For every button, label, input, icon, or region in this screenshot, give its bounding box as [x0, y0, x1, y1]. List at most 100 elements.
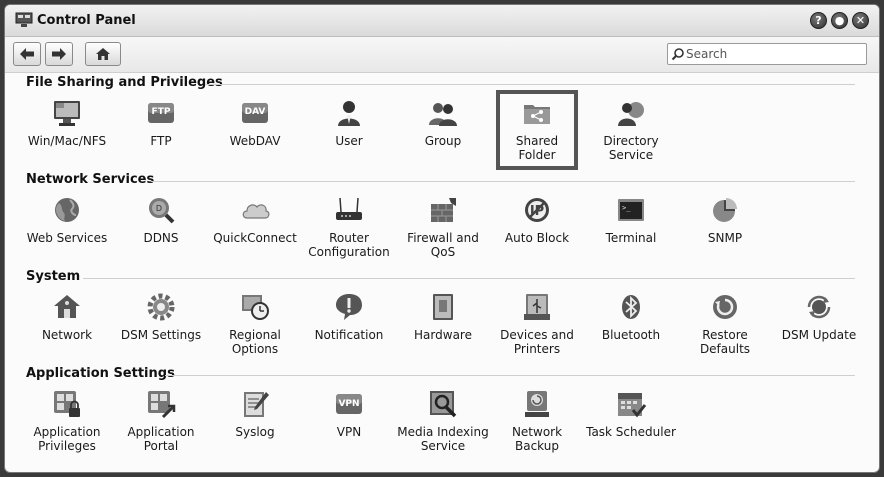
- router-icon: [336, 197, 362, 220]
- control-panel-item-vpn[interactable]: VPN VPN: [302, 388, 396, 439]
- svg-text:VPN: VPN: [338, 399, 359, 409]
- item-label: Hardware: [414, 328, 472, 342]
- control-panel-item-quickconnect[interactable]: QuickConnect: [208, 194, 302, 245]
- terminal-icon: >_: [618, 199, 644, 221]
- calendar-icon: [618, 393, 647, 418]
- control-panel-item-network[interactable]: Network: [20, 291, 114, 342]
- section-title-system: System: [26, 269, 81, 284]
- home-button[interactable]: [85, 42, 121, 66]
- control-panel-item-application-portal[interactable]: Application Portal: [114, 388, 208, 453]
- ddns-icon: D: [149, 198, 175, 224]
- section-title-file-sharing-and-privileges: File Sharing and Privileges: [26, 75, 223, 90]
- clock-icon: [242, 295, 269, 320]
- control-panel-item-task-scheduler[interactable]: Task Scheduler: [584, 388, 678, 439]
- bluetooth-icon: [622, 295, 640, 319]
- arrow-left-icon: [20, 48, 34, 60]
- control-panel-item-user[interactable]: User: [302, 97, 396, 148]
- directory-service-icon: [618, 102, 644, 126]
- control-panel-item-group[interactable]: Group: [396, 97, 490, 148]
- arrow-right-icon: [52, 48, 66, 60]
- control-panel-item-dsm-update[interactable]: DSM Update: [772, 291, 866, 342]
- control-panel-window: Control Panel ? ● ✕ Search File Sharing …: [4, 4, 880, 473]
- item-label: Web Services: [26, 231, 108, 245]
- control-panel-item-win-mac-nfs[interactable]: Win/Mac/NFS: [20, 97, 114, 148]
- dav-icon: DAV: [242, 103, 268, 123]
- item-label: WebDAV: [229, 134, 281, 148]
- item-label: SNMP: [707, 231, 743, 245]
- restore-icon: [713, 295, 737, 319]
- toolbar: [5, 37, 879, 73]
- section-title-application-settings: Application Settings: [26, 366, 175, 381]
- item-label: Directory Service: [603, 134, 659, 162]
- item-label: DDNS: [143, 231, 179, 245]
- monitor-icon: [54, 101, 80, 126]
- forward-button[interactable]: [45, 42, 73, 66]
- item-label: VPN: [336, 425, 362, 439]
- control-panel-item-auto-block[interactable]: IP Auto Block: [490, 194, 584, 245]
- window-controls: ? ● ✕: [810, 12, 869, 29]
- item-label: Terminal: [605, 231, 657, 245]
- firewall-icon: [431, 198, 456, 222]
- item-label: Bluetooth: [601, 328, 661, 342]
- notification-icon: [336, 294, 362, 320]
- control-panel-item-directory-service[interactable]: Directory Service: [584, 97, 678, 162]
- control-panel-item-notification[interactable]: Notification: [302, 291, 396, 342]
- house-network-icon: [54, 295, 80, 318]
- media-index-icon: [430, 391, 457, 418]
- control-panel-item-media-indexing-service[interactable]: Media Indexing Service: [396, 388, 490, 453]
- item-label: Auto Block: [504, 231, 570, 245]
- control-panel-item-router-configuration[interactable]: Router Configuration: [302, 194, 396, 259]
- item-label: Task Scheduler: [586, 425, 676, 439]
- control-panel-item-hardware[interactable]: Hardware: [396, 291, 490, 342]
- control-panel-item-regional-options[interactable]: Regional Options: [208, 291, 302, 356]
- control-panel-item-ftp[interactable]: FTP FTP: [114, 97, 208, 148]
- auto-block-icon: IP: [525, 198, 549, 222]
- title-bar: Control Panel ? ● ✕: [5, 5, 879, 37]
- control-panel-item-dsm-settings[interactable]: DSM Settings: [114, 291, 208, 342]
- vpn-icon: VPN: [336, 394, 362, 414]
- control-panel-item-webdav[interactable]: DAV WebDAV: [208, 97, 302, 148]
- control-panel-item-network-backup[interactable]: Network Backup: [490, 388, 584, 453]
- control-panel-item-ddns[interactable]: D DDNS: [114, 194, 208, 245]
- item-label: Network Backup: [511, 425, 563, 453]
- window-title: Control Panel: [37, 13, 136, 28]
- section-divider: [205, 84, 855, 85]
- svg-text:>_: >_: [622, 204, 631, 212]
- control-panel-item-syslog[interactable]: Syslog: [208, 388, 302, 439]
- globe-icon: [55, 198, 79, 222]
- control-panel-item-snmp[interactable]: SNMP: [678, 194, 772, 245]
- item-label: Syslog: [235, 425, 275, 439]
- item-label: Network: [41, 328, 93, 342]
- gear-icon: [147, 293, 175, 321]
- search-icon: [671, 48, 684, 61]
- item-label: DSM Settings: [120, 328, 202, 342]
- control-panel-item-bluetooth[interactable]: Bluetooth: [584, 291, 678, 342]
- control-panel-item-terminal[interactable]: >_ Terminal: [584, 194, 678, 245]
- help-button[interactable]: ?: [810, 12, 827, 29]
- control-panel-app-icon: [15, 12, 33, 27]
- search-box[interactable]: [667, 43, 867, 65]
- section-title-network-services: Network Services: [26, 172, 155, 187]
- syslog-icon: [244, 392, 269, 417]
- section-divider: [151, 181, 855, 182]
- control-panel-item-application-privileges[interactable]: Application Privileges: [20, 388, 114, 453]
- user-icon: [338, 101, 360, 126]
- minimize-button[interactable]: ●: [831, 12, 848, 29]
- home-icon: [96, 48, 110, 60]
- back-button[interactable]: [13, 42, 41, 66]
- section-divider: [83, 278, 855, 279]
- control-panel-item-devices-and-printers[interactable]: Devices and Printers: [490, 291, 584, 356]
- item-label: Shared Folder: [515, 134, 559, 162]
- control-panel-item-firewall-and-qos[interactable]: Firewall and QoS: [396, 194, 490, 259]
- control-panel-item-shared-folder[interactable]: Shared Folder: [496, 90, 578, 170]
- svg-text:FTP: FTP: [152, 107, 171, 117]
- item-label: Router Configuration: [308, 231, 390, 259]
- section-divider: [165, 375, 855, 376]
- item-label: DSM Update: [781, 328, 857, 342]
- control-panel-item-web-services[interactable]: Web Services: [20, 194, 114, 245]
- search-input[interactable]: [686, 46, 862, 62]
- ftp-icon: FTP: [148, 103, 174, 123]
- close-button[interactable]: ✕: [852, 12, 869, 29]
- control-panel-item-restore-defaults[interactable]: Restore Defaults: [678, 291, 772, 356]
- svg-text:DAV: DAV: [245, 107, 266, 117]
